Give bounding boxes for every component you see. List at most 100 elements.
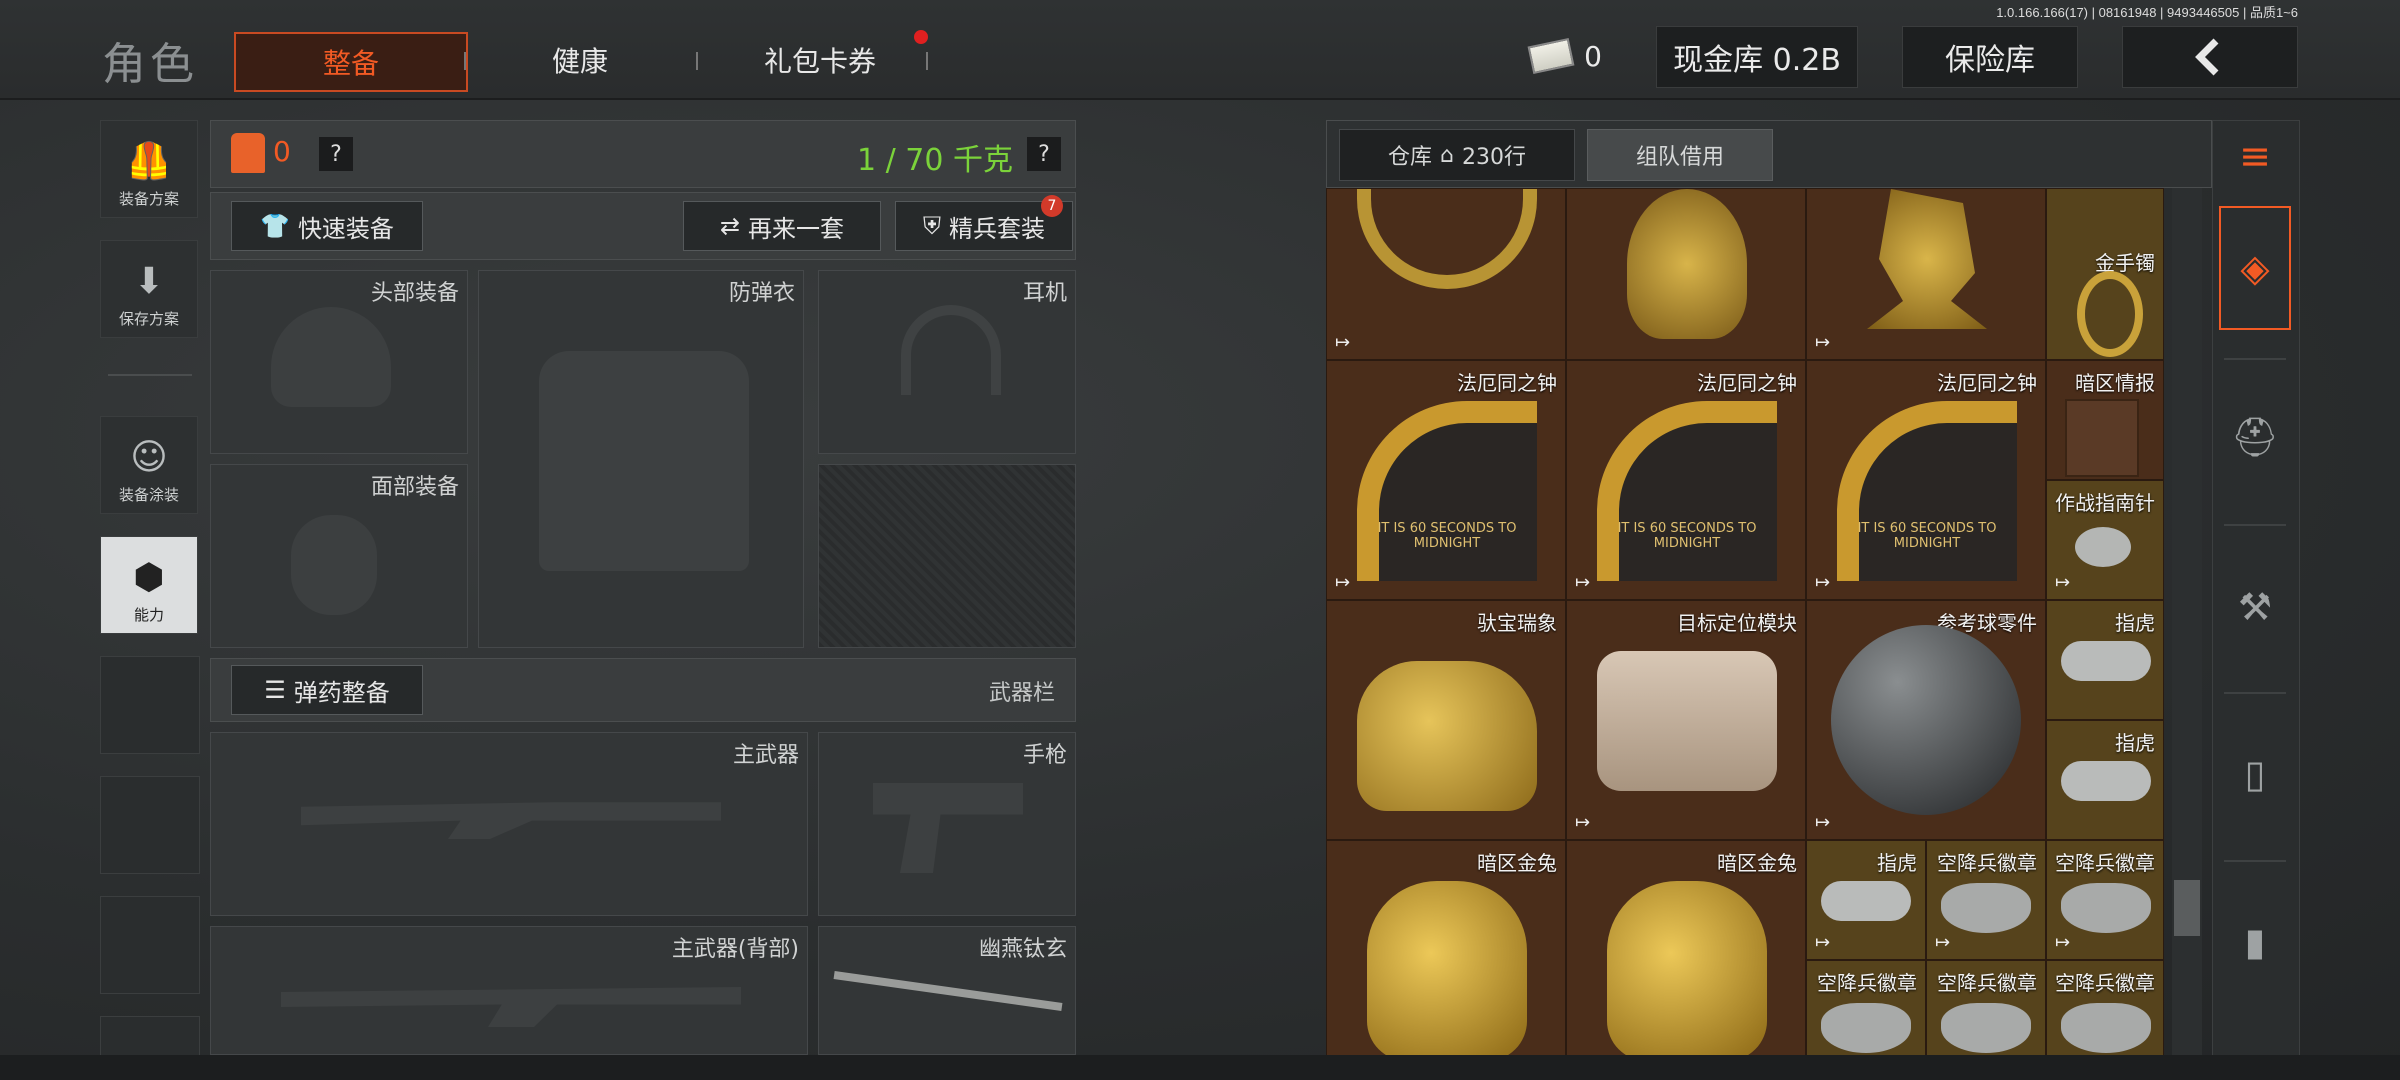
clock-icon <box>1597 401 1777 581</box>
extract-icon: ↦ <box>1575 812 1591 833</box>
paratrooper-badge-icon <box>1941 883 2031 933</box>
compass-icon <box>2075 527 2131 567</box>
armor-help-button[interactable]: ? <box>319 137 353 171</box>
spear-icon <box>833 971 1063 1011</box>
nav-gear-plan[interactable]: 🦺 装备方案 <box>100 120 198 218</box>
extract-icon: ↦ <box>1815 332 1831 353</box>
item-name: 指虎 <box>1877 851 1917 875</box>
slot-body-armor[interactable]: 防弹衣 <box>478 270 804 648</box>
nav-paint[interactable]: ☺ 装备涂装 <box>100 416 198 514</box>
elephant-statue-icon <box>1357 661 1537 811</box>
quick-equip-button[interactable]: 👕 快速装备 <box>231 201 423 251</box>
slot-label: 头部装备 <box>370 281 459 306</box>
knuckle-icon <box>2061 761 2151 801</box>
item-cell[interactable]: 空降兵徽章 <box>2046 960 2164 1055</box>
horse-statue-icon <box>1867 189 1987 329</box>
weight-help-button[interactable]: ? <box>1027 137 1061 171</box>
nav-empty-slot <box>100 1016 200 1057</box>
category-magazine[interactable]: ▯ <box>2219 712 2291 836</box>
slot-head[interactable]: 头部装备 <box>210 270 468 454</box>
again-set-button[interactable]: ⇄ 再来一套 <box>683 201 881 251</box>
slot-primary-weapon[interactable]: 主武器 <box>210 732 808 916</box>
item-cell[interactable]: 作战指南针 ↦ <box>2046 480 2164 600</box>
item-cell[interactable]: 指虎 <box>2046 600 2164 720</box>
item-cell[interactable]: 空降兵徽章 <box>1806 960 1926 1055</box>
item-cell[interactable]: ↦ <box>1806 188 2046 360</box>
item-cell[interactable]: 目标定位模块 ↦ <box>1566 600 1806 840</box>
slot-face[interactable]: 面部装备 <box>210 464 468 648</box>
ammo-button[interactable]: ☰ 弹药整备 <box>231 665 423 715</box>
snake-statue-icon <box>1627 189 1747 339</box>
item-cell[interactable]: 空降兵徽章 <box>1926 960 2046 1055</box>
category-weapon[interactable]: ⚒ <box>2219 545 2291 669</box>
nav-save-plan[interactable]: ⬇ 保存方案 <box>100 240 198 338</box>
slot-pistol[interactable]: 手枪 <box>818 732 1076 916</box>
cash-display[interactable]: 0 <box>1520 26 1612 86</box>
item-name: 目标定位模块 <box>1677 611 1797 635</box>
slot-melee[interactable]: 幽燕钛玄 <box>818 926 1076 1055</box>
tab-divider <box>696 52 698 70</box>
item-name: 指虎 <box>2115 611 2155 635</box>
paratrooper-badge-icon <box>1941 1003 2031 1053</box>
item-name: 作战指南针 <box>2055 491 2155 515</box>
headset-icon <box>901 305 1001 395</box>
item-cell[interactable]: 指虎 ↦ <box>1806 840 1926 960</box>
extract-icon: ↦ <box>2055 572 2071 593</box>
item-cell[interactable]: 暗区情报 <box>2046 360 2164 480</box>
rifle-icon <box>301 802 721 839</box>
extract-icon: ↦ <box>1575 572 1591 593</box>
item-cell[interactable]: 驮宝瑞象 <box>1326 600 1566 840</box>
item-cell[interactable] <box>1566 188 1806 360</box>
item-name: 法厄同之钟 <box>1937 371 2037 395</box>
rifle-icon <box>281 987 741 1027</box>
item-name: 空降兵徽章 <box>1817 971 1917 995</box>
shield-icon: ⛨ <box>923 212 941 240</box>
item-cell[interactable]: 暗区金兔 <box>1326 840 1566 1055</box>
button-label: 再来一套 <box>748 214 845 243</box>
category-helmet[interactable]: ⛑ <box>2219 375 2291 499</box>
necklace-icon <box>1357 189 1537 289</box>
item-cell[interactable]: 法厄同之钟 IT IS 60 SECONDS TO MIDNIGHT ↦ <box>1326 360 1566 600</box>
book-icon <box>2065 399 2139 477</box>
item-cell[interactable]: 空降兵徽章 ↦ <box>2046 840 2164 960</box>
weight-text: 1 / 70 千克 <box>857 143 1013 178</box>
item-cell[interactable]: 法厄同之钟 IT IS 60 SECONDS TO MIDNIGHT ↦ <box>1806 360 2046 600</box>
warehouse-tab[interactable]: 仓库 ⌂ 230行 <box>1339 129 1575 181</box>
item-cell[interactable]: 参考球零件 ↦ <box>1806 600 2046 840</box>
category-all[interactable]: ◈ <box>2219 206 2291 330</box>
clock-icon <box>1837 401 2017 581</box>
item-cell[interactable]: 金手镯 <box>2046 188 2164 360</box>
team-borrow-tab[interactable]: 组队借用 <box>1587 129 1773 181</box>
shirt-icon: 👕 <box>260 212 290 240</box>
item-cell[interactable]: 暗区金兔 <box>1566 840 1806 1055</box>
insurance-vault-button[interactable]: 保险库 <box>1902 26 2078 88</box>
slot-primary-back[interactable]: 主武器(背部) <box>210 926 808 1055</box>
button-label: 快速装备 <box>297 214 394 243</box>
nav-empty-slot <box>100 776 200 874</box>
back-button[interactable] <box>2122 26 2298 88</box>
item-cell[interactable]: 空降兵徽章 ↦ <box>1926 840 2046 960</box>
sort-stack-button[interactable]: ≡ <box>2219 126 2291 186</box>
item-cell[interactable]: ↦ <box>1326 188 1566 360</box>
scrollbar-thumb[interactable] <box>2174 880 2200 936</box>
category-ammo[interactable]: ▮ <box>2219 880 2291 1004</box>
cash-vault-button[interactable]: 现金库 0.2B <box>1656 26 1858 88</box>
weapon-header: ☰ 弹药整备 武器栏 <box>210 658 1076 722</box>
clock-icon <box>1357 401 1537 581</box>
tab-gift[interactable]: 礼包卡券 <box>720 32 920 88</box>
knuckle-icon <box>1821 881 1911 921</box>
home-icon: ⌂ <box>1440 142 1454 168</box>
item-cell[interactable]: 法厄同之钟 IT IS 60 SECONDS TO MIDNIGHT ↦ <box>1566 360 1806 600</box>
slot-earphone[interactable]: 耳机 <box>818 270 1076 454</box>
item-cell[interactable]: 指虎 <box>2046 720 2164 840</box>
nav-ability[interactable]: ⬢ 能力 <box>100 536 198 634</box>
soldier-icon: ☺ <box>130 437 168 478</box>
item-inscription: IT IS 60 SECONDS TO MIDNIGHT <box>1857 521 1997 551</box>
paratrooper-badge-icon <box>2061 1003 2151 1053</box>
slot-label: 手枪 <box>1022 743 1067 768</box>
row-count: 230行 <box>1461 145 1526 170</box>
tab-gear[interactable]: 整备 <box>234 32 468 92</box>
tab-health[interactable]: 健康 <box>490 32 670 88</box>
vest-silhouette-icon <box>539 351 749 571</box>
slot-label: 主武器 <box>732 743 799 768</box>
